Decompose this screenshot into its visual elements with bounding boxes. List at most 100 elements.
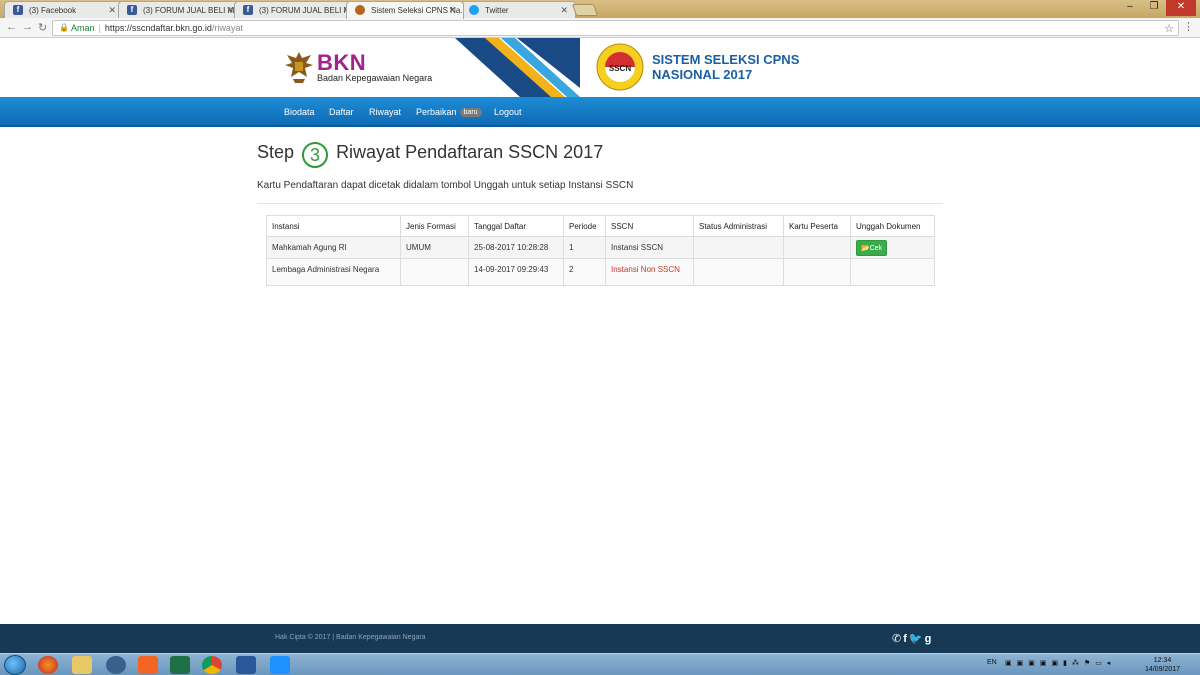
column-header: Tanggal Daftar	[468, 215, 564, 237]
column-header: Jenis Formasi	[400, 215, 469, 237]
minimize-button[interactable]: –	[1118, 0, 1142, 16]
chrome-icon[interactable]	[202, 656, 222, 674]
word-icon[interactable]	[236, 656, 256, 674]
cell-periode: 1	[563, 236, 606, 259]
table-header-row: Instansi Jenis Formasi Tanggal Daftar Pe…	[266, 215, 935, 237]
security-label: Aman	[71, 23, 95, 33]
cell-instansi: Lembaga Administrasi Negara	[266, 258, 401, 286]
browser-tab-forum-2[interactable]: f (3) FORUM JUAL BELI M... ✕	[234, 1, 358, 18]
bookmark-star-icon[interactable]: ☆	[1164, 22, 1174, 35]
language-indicator[interactable]: EN	[987, 659, 997, 666]
url-path: /riwayat	[211, 23, 243, 33]
table-row: Lembaga Administrasi Negara 14-09-2017 0…	[266, 258, 935, 286]
banner-stripes-graphic	[455, 38, 580, 97]
social-links: ✆f🐦g	[892, 632, 933, 645]
whatsapp-icon[interactable]: ✆	[892, 633, 903, 645]
sscn-title-line1: SISTEM SELEKSI CPNS	[652, 52, 800, 67]
nav-logout[interactable]: Logout	[494, 107, 522, 117]
new-tab-button[interactable]	[571, 4, 599, 16]
close-tab-icon[interactable]: ✕	[108, 5, 116, 16]
browser-tab-facebook[interactable]: f (3) Facebook ✕	[4, 1, 124, 18]
title-suffix: Riwayat Pendaftaran SSCN 2017	[336, 142, 604, 162]
firefox-icon[interactable]	[38, 656, 58, 674]
clock-time: 12:34	[1153, 657, 1172, 664]
site-footer: Hak Cipta © 2017 | Badan Kepegawaian Neg…	[0, 624, 1200, 653]
nav-daftar[interactable]: Daftar	[329, 107, 354, 117]
system-clock[interactable]: 12:34 14/09/2017	[1145, 656, 1180, 674]
garuda-emblem-icon	[285, 52, 313, 83]
nav-perbaikan[interactable]: Perbaikan baru	[416, 107, 482, 117]
browser-tab-strip: f (3) Facebook ✕ f (3) FORUM JUAL BELI M…	[0, 0, 1200, 19]
tab-title: Twitter	[485, 6, 509, 15]
cell-status-administrasi	[693, 236, 784, 259]
address-bar[interactable]: 🔒 Aman | https://sscndaftar.bkn.go.id/riwa…	[52, 20, 1179, 36]
forward-arrow-icon[interactable]: →	[22, 21, 33, 33]
folder-open-icon: 📂	[861, 244, 870, 252]
internet-explorer-icon[interactable]	[270, 656, 290, 674]
page-title: Step 3 Riwayat Pendaftaran SSCN 2017	[257, 142, 603, 168]
cell-jenis-formasi: UMUM	[400, 236, 469, 259]
facebook-icon: f	[243, 5, 253, 15]
lock-icon: 🔒	[59, 23, 69, 32]
sscn-seal-icon: SSCN	[596, 43, 644, 91]
cell-kartu-peserta	[783, 236, 851, 259]
system-tray-icons[interactable]: ▣▣▣▣▣▮⁂⚑▭◂	[1005, 659, 1115, 667]
cell-instansi: Mahkamah Agung RI	[266, 236, 401, 259]
cell-unggah-dokumen: 📂Cek	[850, 236, 935, 259]
site-header: BKN Badan Kepegawaian Negara SSCN SISTEM…	[0, 38, 1200, 97]
column-header: Unggah Dokumen	[850, 215, 935, 237]
clock-date: 14/09/2017	[1144, 666, 1180, 673]
copyright-text: Hak Cipta © 2017 | Badan Kepegawaian Neg…	[275, 634, 426, 641]
close-window-button[interactable]: ✕	[1166, 0, 1196, 16]
browser-tab-sscn[interactable]: Sistem Seleksi CPNS Na... ✕	[346, 1, 464, 19]
cell-periode: 2	[563, 258, 606, 286]
cell-unggah-dokumen	[850, 258, 935, 286]
column-header: Periode	[563, 215, 606, 237]
title-prefix: Step	[257, 142, 295, 162]
nav-perbaikan-label: Perbaikan	[416, 107, 457, 117]
facebook-icon: f	[127, 5, 137, 15]
facebook-icon: f	[13, 5, 23, 15]
column-header: Kartu Peserta	[783, 215, 851, 237]
google-plus-icon[interactable]: g	[925, 633, 934, 645]
column-header: SSCN	[605, 215, 694, 237]
bkn-subtitle: Badan Kepegawaian Negara	[317, 73, 433, 83]
bkn-logo: BKN Badan Kepegawaian Negara	[284, 50, 444, 90]
tab-title: (3) Facebook	[29, 6, 77, 15]
browser-menu-icon[interactable]: ⋮	[1183, 20, 1194, 33]
registration-history-table: Instansi Jenis Formasi Tanggal Daftar Pe…	[266, 215, 935, 286]
maximize-button[interactable]: ❐	[1142, 0, 1166, 16]
nav-biodata[interactable]: Biodata	[284, 107, 315, 117]
close-tab-icon[interactable]: ✕	[226, 5, 234, 16]
nav-riwayat[interactable]: Riwayat	[369, 107, 401, 117]
twitter-icon[interactable]: 🐦	[909, 633, 925, 645]
cell-jenis-formasi	[400, 258, 469, 286]
cell-tanggal-daftar: 14-09-2017 09:29:43	[468, 258, 564, 286]
close-tab-icon[interactable]: ✕	[448, 5, 456, 16]
reload-icon[interactable]: ↻	[38, 21, 47, 34]
file-explorer-icon[interactable]	[72, 656, 92, 674]
column-header: Instansi	[266, 215, 401, 237]
url-host: https://sscndaftar.bkn.go.id	[104, 23, 212, 33]
excel-icon[interactable]	[170, 656, 190, 674]
content-divider	[257, 203, 943, 204]
sscn-seal-label: SSCN	[609, 64, 631, 73]
page-subtitle: Kartu Pendaftaran dapat dicetak didalam …	[257, 180, 634, 191]
browser-tab-twitter[interactable]: Twitter ✕	[460, 1, 576, 18]
sscn-system-title: SISTEM SELEKSI CPNS NASIONAL 2017	[652, 52, 799, 82]
back-arrow-icon[interactable]: ←	[6, 21, 17, 33]
cell-sscn: Instansi SSCN	[605, 236, 694, 259]
new-badge: baru	[459, 108, 482, 117]
media-center-icon[interactable]	[106, 656, 126, 674]
twitter-icon	[469, 5, 479, 15]
cell-status-administrasi	[693, 258, 784, 286]
start-button[interactable]	[4, 655, 26, 675]
cek-button[interactable]: 📂Cek	[856, 239, 888, 256]
garuda-icon	[355, 5, 365, 15]
browser-tab-forum-1[interactable]: f (3) FORUM JUAL BELI M... ✕	[118, 1, 242, 18]
media-player-icon[interactable]	[138, 656, 158, 674]
main-navbar: Biodata Daftar Riwayat Perbaikan baru Log…	[0, 97, 1200, 127]
close-tab-icon[interactable]: ✕	[560, 5, 568, 16]
sscn-title-line2: NASIONAL 2017	[652, 67, 753, 82]
os-taskbar: EN ▣▣▣▣▣▮⁂⚑▭◂ 12:34 14/09/2017	[0, 653, 1200, 675]
